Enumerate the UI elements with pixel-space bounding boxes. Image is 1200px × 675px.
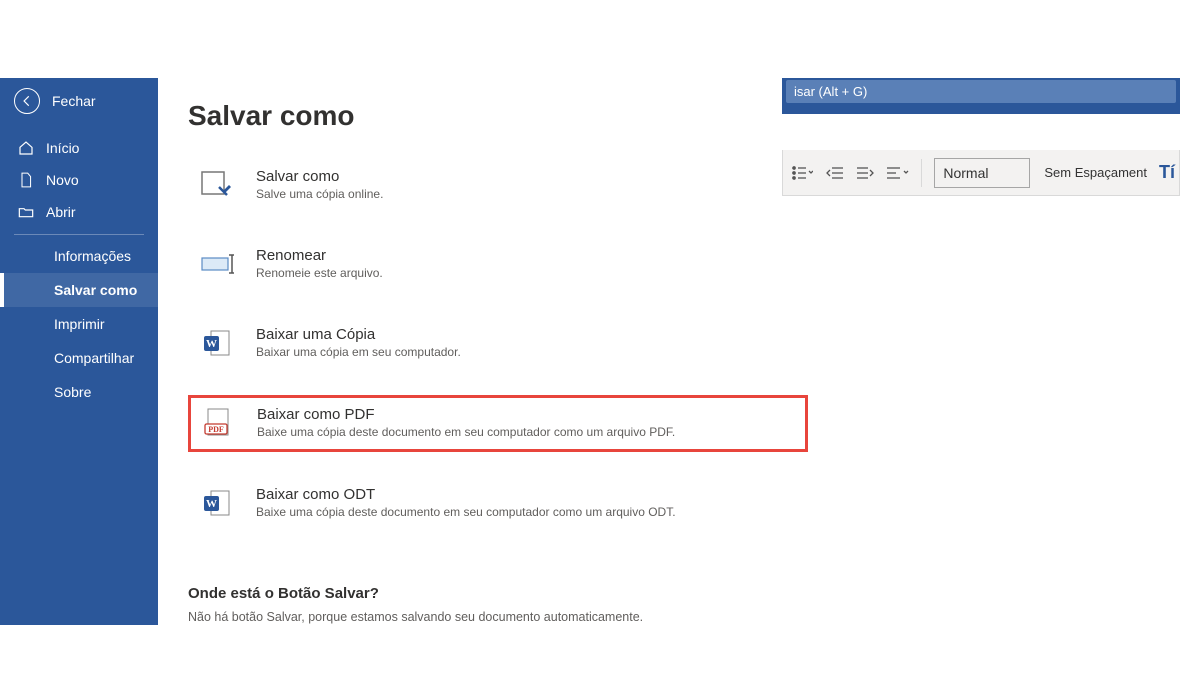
sidebar: Fechar Início Novo Abrir Informações Sal… <box>0 78 158 625</box>
svg-text:PDF: PDF <box>208 425 224 434</box>
svg-text:W: W <box>206 338 217 350</box>
back-close-button[interactable]: Fechar <box>0 78 158 126</box>
toolbar: Normal Sem Espaçament Tí <box>782 150 1180 196</box>
save-options-list: Salvar como Salve uma cópia online. Reno… <box>188 158 808 531</box>
nav-print[interactable]: Imprimir <box>0 307 158 341</box>
ribbon-snippet: isar (Alt + G) Normal Sem Espaçament Tí <box>782 78 1180 196</box>
nav-divider <box>14 234 144 235</box>
svg-text:W: W <box>206 498 217 510</box>
save-button-info: Onde está o Botão Salvar? Não há botão S… <box>188 585 808 624</box>
bullet-list-dropdown[interactable] <box>787 160 818 186</box>
save-as-icon <box>200 170 234 200</box>
style-normal-label: Normal <box>943 165 988 181</box>
nav-new-label: Novo <box>46 172 79 188</box>
back-arrow-icon <box>14 88 40 114</box>
style-no-spacing-label: Sem Espaçament <box>1044 165 1147 180</box>
nav-open-label: Abrir <box>46 204 76 220</box>
info-body: Não há botão Salvar, porque estamos salv… <box>188 610 808 624</box>
nav-save-as[interactable]: Salvar como <box>0 273 158 307</box>
nav-info[interactable]: Informações <box>0 239 158 273</box>
home-icon <box>18 140 34 156</box>
option-desc: Baixar uma cópia em seu computador. <box>256 345 461 359</box>
option-desc: Baixe uma cópia deste documento em seu c… <box>257 425 675 439</box>
align-dropdown[interactable] <box>883 160 914 186</box>
option-title: Renomear <box>256 247 383 264</box>
option-title: Baixar como PDF <box>257 406 675 423</box>
nav-new[interactable]: Novo <box>0 164 158 196</box>
option-download-copy[interactable]: W Baixar uma Cópia Baixar uma cópia em s… <box>188 316 808 371</box>
tell-me-search[interactable]: isar (Alt + G) <box>786 80 1176 103</box>
close-label: Fechar <box>52 93 96 109</box>
main-content: Salvar como Salvar como Salve uma cópia … <box>188 100 808 624</box>
toolbar-separator <box>921 159 922 187</box>
rename-icon <box>200 249 234 279</box>
option-save-as[interactable]: Salvar como Salve uma cópia online. <box>188 158 808 213</box>
nav-home[interactable]: Início <box>0 132 158 164</box>
option-title: Baixar uma Cópia <box>256 326 461 343</box>
pdf-doc-icon: PDF <box>201 408 235 438</box>
odt-doc-icon: W <box>200 488 234 518</box>
folder-open-icon <box>18 204 34 220</box>
document-icon <box>18 172 34 188</box>
option-title: Baixar como ODT <box>256 486 676 503</box>
search-placeholder-text: isar (Alt + G) <box>794 84 867 99</box>
style-no-spacing[interactable]: Sem Espaçament <box>1036 158 1151 188</box>
option-desc: Salve uma cópia online. <box>256 187 383 201</box>
nav-open[interactable]: Abrir <box>0 196 158 228</box>
option-download-pdf[interactable]: PDF Baixar como PDF Baixe uma cópia dest… <box>188 395 808 452</box>
nav-home-label: Início <box>46 140 79 156</box>
increase-indent-button[interactable] <box>853 160 877 186</box>
option-title: Salvar como <box>256 168 383 185</box>
option-desc: Baixe uma cópia deste documento em seu c… <box>256 505 676 519</box>
nav-share[interactable]: Compartilhar <box>0 341 158 375</box>
word-doc-icon: W <box>200 328 234 358</box>
decrease-indent-button[interactable] <box>824 160 848 186</box>
info-heading: Onde está o Botão Salvar? <box>188 585 808 602</box>
page-title: Salvar como <box>188 100 808 132</box>
search-bar-wrap: isar (Alt + G) <box>782 78 1180 114</box>
option-rename[interactable]: Renomear Renomeie este arquivo. <box>188 237 808 292</box>
style-title-fragment[interactable]: Tí <box>1159 162 1175 183</box>
primary-nav: Início Novo Abrir <box>0 132 158 228</box>
style-normal[interactable]: Normal <box>934 158 1030 188</box>
nav-about[interactable]: Sobre <box>0 375 158 409</box>
option-download-odt[interactable]: W Baixar como ODT Baixe uma cópia deste … <box>188 476 808 531</box>
secondary-nav: Informações Salvar como Imprimir Compart… <box>0 239 158 409</box>
option-desc: Renomeie este arquivo. <box>256 266 383 280</box>
